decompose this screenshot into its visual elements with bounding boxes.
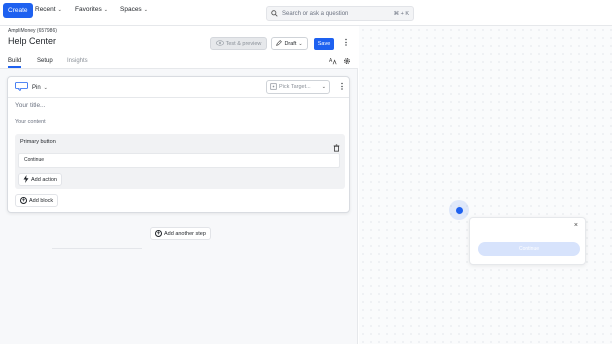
search-placeholder: Search or ask a question <box>282 10 349 17</box>
step-type-dropdown[interactable]: Pin ⌄ <box>15 82 48 93</box>
pick-target-dropdown[interactable]: Pick Target... ⌄ <box>266 80 330 94</box>
plus-circle-icon: + <box>20 197 27 204</box>
search-icon <box>271 10 278 17</box>
add-block-label: Add block <box>29 197 54 204</box>
pin-beacon <box>449 200 469 220</box>
tab-insights[interactable]: Insights <box>67 56 88 68</box>
search-shortcut: ⌘ + K <box>393 10 409 17</box>
plus-circle-icon: + <box>155 230 162 237</box>
svg-text:A: A <box>329 58 333 64</box>
step-card-header: Pin ⌄ Pick Target... ⌄ ⋮ <box>8 77 349 98</box>
create-button[interactable]: Create <box>3 3 33 18</box>
pick-target-label: Pick Target... <box>279 84 311 90</box>
tab-build[interactable]: Build <box>8 56 22 68</box>
tab-bar: Build Setup Insights A <box>0 55 358 69</box>
draft-dropdown[interactable]: Draft ⌄ <box>271 37 308 50</box>
pencil-icon <box>276 39 283 48</box>
add-action-button[interactable]: Add action <box>18 173 62 186</box>
nav-favorites-label: Favorites <box>75 6 102 13</box>
nav-favorites[interactable]: Favorites ⌄ <box>75 4 108 16</box>
chevron-down-icon: ⌄ <box>321 84 326 90</box>
page-title: Help Center <box>8 36 57 46</box>
eye-icon <box>215 39 224 48</box>
test-preview-label: Test & preview <box>225 40 262 47</box>
chevron-down-icon: ⌄ <box>298 40 303 47</box>
button-text-input[interactable]: Continue <box>18 153 340 168</box>
target-icon <box>270 82 277 92</box>
step-more-icon[interactable]: ⋮ <box>338 83 346 91</box>
draft-label: Draft <box>284 40 297 47</box>
gear-icon[interactable] <box>343 57 351 67</box>
chevron-down-icon: ⌄ <box>103 7 108 13</box>
chevron-down-icon: ⌄ <box>143 7 148 13</box>
tab-setup[interactable]: Setup <box>37 56 53 68</box>
save-button[interactable]: Save <box>314 38 334 50</box>
editor-pane: AmpliMoney (657986) Help Center Test & p… <box>0 26 358 344</box>
add-block-button[interactable]: + Add block <box>15 194 59 207</box>
step-title-input[interactable]: Your title... <box>15 102 45 109</box>
primary-button-label: Primary button <box>20 139 56 145</box>
step-content-input[interactable]: Your content <box>15 119 46 125</box>
step-card: Pin ⌄ Pick Target... ⌄ ⋮ Your title... Y… <box>7 76 350 213</box>
top-nav: Create Recent ⌄ Favorites ⌄ Spaces ⌄ Sea… <box>0 0 612 26</box>
pin-preview-tooltip: × Continue <box>469 217 586 265</box>
step-type-label: Pin <box>32 84 41 91</box>
nav-spaces[interactable]: Spaces ⌄ <box>120 4 148 16</box>
search-input[interactable]: Search or ask a question ⌘ + K <box>266 6 414 21</box>
nav-recent[interactable]: Recent ⌄ <box>35 4 62 16</box>
lightning-icon <box>23 174 29 185</box>
pin-icon <box>15 82 29 93</box>
translate-icon[interactable]: A <box>329 57 337 67</box>
preview-continue-button[interactable]: Continue <box>478 242 580 256</box>
preview-canvas <box>359 26 612 344</box>
chevron-down-icon: ⌄ <box>43 84 48 91</box>
divider <box>52 248 142 249</box>
test-preview-button[interactable]: Test & preview <box>210 37 267 50</box>
add-another-step-button[interactable]: + Add another step <box>150 227 211 240</box>
org-label: AmpliMoney (657986) <box>8 28 57 34</box>
chevron-down-icon: ⌄ <box>57 7 62 13</box>
add-action-label: Add action <box>31 176 57 183</box>
primary-button-block: Primary button Continue Add action <box>15 134 345 189</box>
add-step-label: Add another step <box>164 230 206 237</box>
more-options-icon[interactable]: ⋮ <box>342 39 350 47</box>
nav-spaces-label: Spaces <box>120 6 142 13</box>
nav-recent-label: Recent <box>35 6 56 13</box>
close-icon[interactable]: × <box>574 222 578 229</box>
beacon-dot <box>455 206 463 214</box>
